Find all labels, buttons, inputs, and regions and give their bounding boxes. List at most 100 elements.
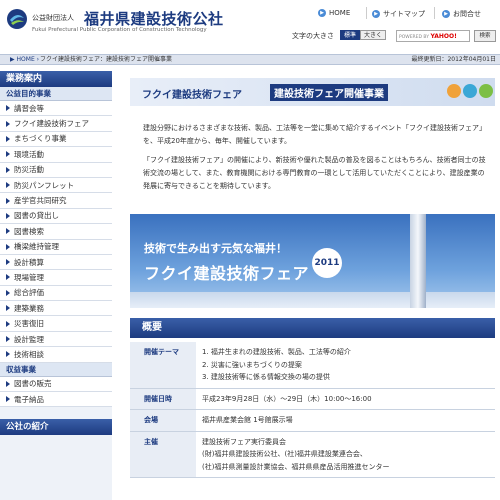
search-brand: YAHOO!: [430, 33, 457, 40]
sidebar-item-label: 環境活動: [14, 149, 44, 159]
triangle-bullet-icon: [6, 197, 10, 204]
sidebar-item-label: 災害復旧: [14, 319, 44, 329]
overview-value-line: (社)福井県測量設計業協会、福井県県産品活用推進センター: [202, 462, 390, 471]
overview-value: 平成23年9月28日（水）～29日（木）10:00～16:00: [196, 388, 495, 410]
triangle-bullet-icon: [6, 243, 10, 250]
sidebar-heading-about[interactable]: 公社の紹介: [0, 419, 112, 436]
overview-key: 開催日時: [130, 388, 196, 410]
triangle-bullet-icon: [6, 274, 10, 281]
overview-key: 会場: [130, 409, 196, 432]
nav-divider: [434, 7, 435, 19]
triangle-bullet-icon: [6, 259, 10, 266]
triangle-bullet-icon: [6, 336, 10, 343]
sidebar-item-label: フクイ建設技術フェア: [14, 119, 89, 129]
sidebar-item-public-9[interactable]: 橋梁維持管理: [0, 239, 112, 255]
triangle-bullet-icon: [6, 166, 10, 173]
sidebar-item-label: 建築業務: [14, 303, 44, 313]
arrow-icon: ▶: [318, 9, 326, 17]
breadcrumb: ▶ HOME › フクイ建設技術フェア：建設技術フェア開催事業 最終更新日：20…: [0, 54, 500, 65]
breadcrumb-current: フクイ建設技術フェア：建設技術フェア開催事業: [40, 56, 173, 63]
sidebar-item-label: まちづくり事業: [14, 134, 67, 144]
triangle-bullet-icon: [6, 396, 10, 403]
sidebar-item-label: 電子納品: [14, 394, 44, 404]
triangle-bullet-icon: [6, 320, 10, 327]
nav-divider: [366, 7, 367, 19]
sidebar-item-public-12[interactable]: 総合評価: [0, 285, 112, 302]
overview-value-line: 3. 建設技術等に係る情報交換の場の提供: [202, 373, 330, 381]
sidebar-item-public-13[interactable]: 建築業務: [0, 301, 112, 317]
overview-value-line: (財)福井県建設技術公社、(社)福井県建設業連合会、: [202, 450, 367, 458]
sidebar-item-public-2[interactable]: まちづくり事業: [0, 131, 112, 148]
sidebar-category-public[interactable]: 公益目的事業: [0, 87, 112, 101]
sidebar-item-public-14[interactable]: 災害復旧: [0, 316, 112, 332]
nav-home[interactable]: ▶ HOME: [318, 9, 350, 17]
overview-value: 1. 福井生まれの建設技術、製品、工法等の紹介 2. 災害に強いまちづくりの提案 3…: [196, 342, 495, 389]
last-updated: 最終更新日：2012年04月01日: [411, 56, 496, 63]
sidebar-item-public-6[interactable]: 産学官共同研究: [0, 193, 112, 209]
overview-value-line: 1. 福井生まれの建設技術、製品、工法等の紹介: [202, 348, 351, 356]
logo-mark[interactable]: [6, 8, 28, 30]
overview-table: 開催テーマ 1. 福井生まれの建設技術、製品、工法等の紹介 2. 災害に強いまちづく…: [130, 342, 495, 478]
search-powered-text: POWERED BY: [399, 35, 430, 40]
overview-heading: 概要: [130, 318, 495, 338]
table-row: 会場 福井県産業会館 1号館展示場: [130, 409, 495, 432]
sidebar-item-label: 防災活動: [14, 165, 44, 175]
sidebar-item-label: 講習会等: [14, 103, 44, 113]
triangle-bullet-icon: [6, 182, 10, 189]
overview-value: 福井県産業会館 1号館展示場: [196, 409, 495, 432]
org-name-en: Fukui Prefectural Public Corporation of …: [32, 27, 207, 33]
sidebar-item-public-4[interactable]: 防災活動: [0, 162, 112, 178]
nav-sitemap-label: サイトマップ: [383, 10, 425, 18]
triangle-bullet-icon: [6, 228, 10, 235]
arrow-icon: ▶: [372, 10, 380, 18]
sidebar-heading: 業務案内: [0, 71, 112, 87]
nav-sitemap[interactable]: ▶ サイトマップ: [372, 9, 425, 19]
sidebar-item-public-16[interactable]: 技術相談: [0, 347, 112, 363]
sidebar-item-public-8[interactable]: 図書検索: [0, 224, 112, 240]
nav-contact[interactable]: ▶ お問合せ: [442, 9, 481, 19]
table-row: 主催 建設技術フェア実行委員会 (財)福井県建設技術公社、(社)福井県建設業連合会、…: [130, 431, 495, 478]
sidebar-item-public-0[interactable]: 講習会等: [0, 101, 112, 117]
org-name[interactable]: 福井県建設技術公社: [84, 8, 224, 29]
page-title: フクイ建設技術フェア: [142, 90, 242, 101]
sidebar-item-public-7[interactable]: 図書の貸出し: [0, 208, 112, 225]
font-size-large-button[interactable]: 大きく: [360, 30, 387, 40]
overview-key: 主催: [130, 431, 196, 478]
triangle-bullet-icon: [6, 151, 10, 158]
sidebar-item-label: 産学官共同研究: [14, 196, 67, 206]
tower-illustration: [398, 214, 438, 308]
overview-value-line: 福井県産業会館 1号館展示場: [202, 416, 293, 424]
site-header: 公益財団法人 福井県建設技術公社 Fukui Prefectural Publi…: [0, 0, 500, 50]
sidebar-item-label: 防災パンフレット: [14, 180, 75, 190]
sidebar-item-public-1[interactable]: フクイ建設技術フェア: [0, 116, 112, 132]
sidebar-item-revenue-0[interactable]: 図書の販売: [0, 376, 112, 393]
triangle-bullet-icon: [6, 135, 10, 142]
overview-value-line: 建設技術フェア実行委員会: [202, 437, 286, 446]
nav-home-label: HOME: [329, 9, 351, 17]
search-button[interactable]: 検索: [474, 30, 496, 42]
font-size-label: 文字の大きさ: [292, 32, 334, 40]
category-icon: [479, 84, 493, 98]
search-input[interactable]: POWERED BY YAHOO!: [396, 30, 470, 42]
sidebar-item-public-3[interactable]: 環境活動: [0, 147, 112, 163]
sidebar-item-public-11[interactable]: 現場管理: [0, 270, 112, 286]
org-type: 公益財団法人: [32, 14, 74, 22]
sidebar-item-public-5[interactable]: 防災パンフレット: [0, 177, 112, 194]
breadcrumb-home-label: HOME: [16, 56, 35, 63]
font-size-standard-button[interactable]: 標準: [340, 30, 361, 40]
sidebar-item-label: 現場管理: [14, 273, 44, 282]
nav-contact-label: お問合せ: [453, 10, 481, 18]
sidebar-category-revenue[interactable]: 収益事業: [0, 362, 112, 377]
sidebar-item-revenue-1[interactable]: 電子納品: [0, 392, 112, 408]
sidebar-item-label: 設計監理: [14, 334, 44, 344]
breadcrumb-home[interactable]: ▶ HOME ›: [10, 55, 39, 65]
table-row: 開催日時 平成23年9月28日（水）～29日（木）10:00～16:00: [130, 388, 495, 410]
sidebar-item-label: 図書の貸出し: [14, 211, 59, 221]
sidebar-item-public-15[interactable]: 設計監理: [0, 331, 112, 348]
promo-banner: 技術で生み出す元気な福井！ フクイ建設技術フェア 2011: [130, 214, 495, 308]
sidebar-item-public-10[interactable]: 設計積算: [0, 254, 112, 271]
overview-value-line: 2. 災害に強いまちづくりの提案: [202, 360, 302, 369]
category-icon: [447, 84, 461, 98]
overview-key: 開催テーマ: [130, 342, 196, 389]
overview-value: 建設技術フェア実行委員会 (財)福井県建設技術公社、(社)福井県建設業連合会、 (社…: [196, 431, 495, 478]
